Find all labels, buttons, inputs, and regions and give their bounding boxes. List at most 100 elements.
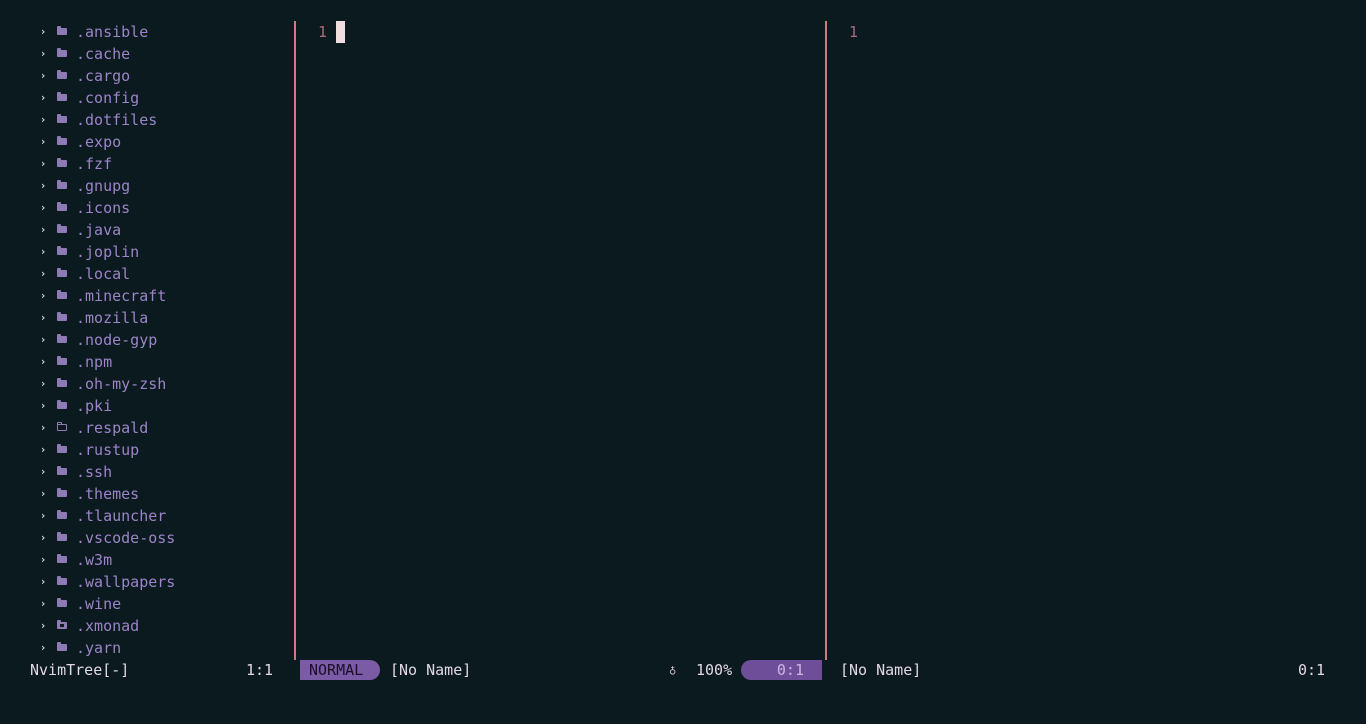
chevron-right-icon: › xyxy=(39,575,47,588)
tree-item-label: .pki xyxy=(76,397,113,415)
chevron-right-icon: › xyxy=(39,421,47,434)
tree-cursor-position: 1:1 xyxy=(246,661,274,679)
folder-icon xyxy=(57,400,67,409)
tree-item[interactable]: › .oh-my-zsh xyxy=(0,373,294,395)
chevron-right-icon: › xyxy=(39,179,47,192)
chevron-right-icon: › xyxy=(39,553,47,566)
tree-item-label: .minecraft xyxy=(76,287,167,305)
right-line-number: 1 xyxy=(849,23,859,41)
window-separator[interactable] xyxy=(294,21,296,660)
window-separator[interactable] xyxy=(825,21,827,660)
tree-item-label: .ssh xyxy=(76,463,113,481)
chevron-right-icon: › xyxy=(39,443,47,456)
folder-icon xyxy=(57,356,67,365)
tree-item-label: .npm xyxy=(76,353,113,371)
tree-item[interactable]: › .themes xyxy=(0,483,294,505)
folder-icon xyxy=(57,290,67,299)
chevron-right-icon: › xyxy=(39,487,47,500)
tree-item-label: .dotfiles xyxy=(76,111,158,129)
chevron-right-icon: › xyxy=(39,289,47,302)
tree-item[interactable]: › .ssh xyxy=(0,461,294,483)
tree-item[interactable]: › .ansible xyxy=(0,21,294,43)
tree-item-label: .tlauncher xyxy=(76,507,167,525)
mode-indicator: NORMAL xyxy=(300,660,380,680)
tree-item-label: .joplin xyxy=(76,243,140,261)
tree-item-label: .wallpapers xyxy=(76,573,176,591)
folder-icon xyxy=(57,532,67,541)
folder-icon xyxy=(57,114,67,123)
nvim-tree[interactable]: › .ansible › .cache › .cargo › .config › .dotfile… xyxy=(0,21,294,659)
tree-item-label: .vscode-oss xyxy=(76,529,176,547)
folder-icon xyxy=(57,576,67,585)
folder-icon xyxy=(57,444,67,453)
tree-item[interactable]: › .w3m xyxy=(0,549,294,571)
tree-item[interactable]: › .vscode-oss xyxy=(0,527,294,549)
tree-item-label: .w3m xyxy=(76,551,113,569)
tree-item-label: .fzf xyxy=(76,155,113,173)
tree-item[interactable]: › .gnupg xyxy=(0,175,294,197)
tree-item[interactable]: › .minecraft xyxy=(0,285,294,307)
folder-icon xyxy=(57,92,67,101)
folder-icon xyxy=(57,180,67,189)
folder-icon xyxy=(57,202,67,211)
tree-item[interactable]: › .fzf xyxy=(0,153,294,175)
tree-item-label: .gnupg xyxy=(76,177,131,195)
tree-item[interactable]: › .wine xyxy=(0,593,294,615)
right-file-name: [No Name] xyxy=(840,661,922,679)
tree-item[interactable]: › .cache xyxy=(0,43,294,65)
folder-icon xyxy=(57,378,67,387)
tree-item[interactable]: › .wallpapers xyxy=(0,571,294,593)
tree-item[interactable]: › .expo xyxy=(0,131,294,153)
tree-item-label: .mozilla xyxy=(76,309,149,327)
chevron-right-icon: › xyxy=(39,245,47,258)
tree-item-label: .java xyxy=(76,221,122,239)
tree-item[interactable]: › .cargo xyxy=(0,65,294,87)
tree-item[interactable]: › .rustup xyxy=(0,439,294,461)
tree-item[interactable]: › .tlauncher xyxy=(0,505,294,527)
folder-icon xyxy=(57,554,67,563)
chevron-right-icon: › xyxy=(39,509,47,522)
tree-item[interactable]: › .joplin xyxy=(0,241,294,263)
folder-icon xyxy=(57,224,67,233)
nvim-screen: › .ansible › .cache › .cargo › .config › .dotfile… xyxy=(0,0,1366,724)
folder-icon xyxy=(57,26,67,35)
tree-item[interactable]: › .config xyxy=(0,87,294,109)
tree-item[interactable]: › .node-gyp xyxy=(0,329,294,351)
chevron-right-icon: › xyxy=(39,333,47,346)
tree-item[interactable]: › .local xyxy=(0,263,294,285)
folder-icon xyxy=(57,268,67,277)
folder-icon xyxy=(57,136,67,145)
chevron-right-icon: › xyxy=(39,619,47,632)
chevron-right-icon: › xyxy=(39,201,47,214)
tree-item[interactable]: › .yarn xyxy=(0,637,294,659)
folder-icon xyxy=(57,488,67,497)
folder-icon xyxy=(57,642,67,651)
tree-item[interactable]: › .java xyxy=(0,219,294,241)
tree-item-label: .yarn xyxy=(76,639,122,657)
chevron-right-icon: › xyxy=(39,465,47,478)
statusline: NvimTree[-] 1:1 NORMAL [No Name] ♁ 100% … xyxy=(0,659,1366,681)
tree-buffer-name: NvimTree[-] xyxy=(30,661,130,679)
tree-item[interactable]: › .pki xyxy=(0,395,294,417)
chevron-right-icon: › xyxy=(39,597,47,610)
folder-icon xyxy=(57,158,67,167)
tree-item-label: .respald xyxy=(76,419,149,437)
folder-icon xyxy=(57,246,67,255)
tree-item[interactable]: › .mozilla xyxy=(0,307,294,329)
tree-item[interactable]: › .respald xyxy=(0,417,294,439)
tree-item-label: .cargo xyxy=(76,67,131,85)
chevron-right-icon: › xyxy=(39,377,47,390)
folder-icon xyxy=(57,466,67,475)
tree-item[interactable]: › .icons xyxy=(0,197,294,219)
tree-item-label: .cache xyxy=(76,45,131,63)
git-folder-icon xyxy=(57,620,67,629)
tree-item[interactable]: › .dotfiles xyxy=(0,109,294,131)
flame-icon: ♁ xyxy=(669,663,677,677)
tree-item[interactable]: › .npm xyxy=(0,351,294,373)
chevron-right-icon: › xyxy=(39,69,47,82)
tree-item-label: .rustup xyxy=(76,441,140,459)
folder-icon xyxy=(57,312,67,321)
chevron-right-icon: › xyxy=(39,311,47,324)
right-cursor-position: 0:1 xyxy=(1298,661,1326,679)
tree-item[interactable]: › .xmonad xyxy=(0,615,294,637)
